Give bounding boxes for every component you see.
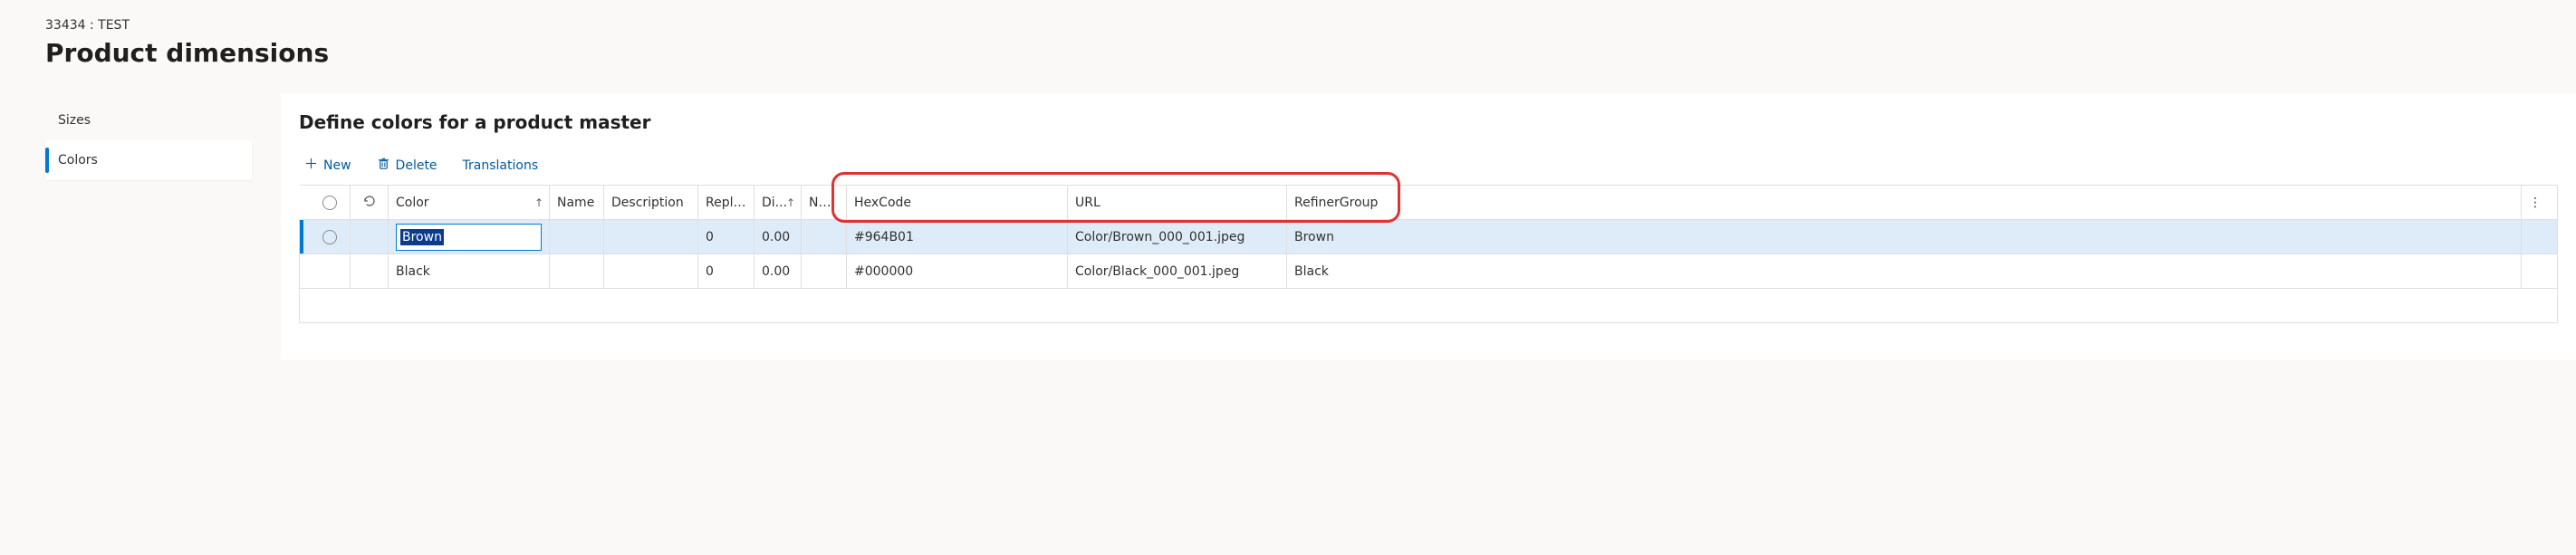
cell-name[interactable]: [550, 220, 604, 254]
cell-hexcode[interactable]: #000000: [847, 254, 1068, 289]
cell-number[interactable]: [802, 254, 847, 289]
col-number[interactable]: Num...: [802, 186, 847, 220]
new-label: New: [323, 158, 351, 173]
refresh-icon: [362, 197, 377, 212]
cell-refiner-group[interactable]: Black: [1287, 254, 2522, 289]
cell-replenishment[interactable]: 0: [698, 220, 755, 254]
sidebar-item-colors[interactable]: Colors: [45, 140, 252, 180]
col-color-label: Color: [396, 196, 429, 210]
table-row[interactable]: Black 0 0.00 #000000 Color/Black_000_001…: [300, 254, 2558, 289]
table-empty-row: [300, 289, 2558, 323]
plus-icon: [304, 157, 318, 174]
col-refresh[interactable]: [351, 186, 389, 220]
cell-description[interactable]: [604, 220, 698, 254]
grid: Color ↑ Name Description Repleni... Di...…: [299, 185, 2558, 323]
delete-button[interactable]: Delete: [377, 157, 437, 174]
cell-display-order[interactable]: 0.00: [755, 254, 802, 289]
col-selection-marker: [300, 186, 311, 220]
col-refiner-group[interactable]: RefinerGroup: [1287, 186, 2522, 220]
row-refresh-cell: [351, 220, 389, 254]
edit-marker-icon: [300, 220, 303, 254]
cell-refiner-group[interactable]: Brown: [1287, 220, 2522, 254]
delete-label: Delete: [396, 158, 437, 173]
cell-pad: [2522, 254, 2558, 289]
col-display-order[interactable]: Di...↑: [755, 186, 802, 220]
cell-display-order[interactable]: 0.00: [755, 220, 802, 254]
select-all-radio-icon: [322, 196, 337, 210]
table-row[interactable]: Brown 0 0.00 #964B01 Color/Brown_000_001…: [300, 220, 2558, 254]
cell-hexcode[interactable]: #964B01: [847, 220, 1068, 254]
page-title: Product dimensions: [45, 38, 2551, 68]
breadcrumb: 33434 : TEST: [45, 18, 2551, 33]
row-select[interactable]: [311, 254, 351, 289]
col-name[interactable]: Name: [550, 186, 604, 220]
cell-color[interactable]: Black: [389, 254, 550, 289]
trash-icon: [377, 157, 390, 174]
sidebar: Sizes Colors: [0, 93, 281, 359]
sort-asc-icon: ↑: [534, 196, 543, 209]
sidebar-item-sizes[interactable]: Sizes: [45, 100, 252, 140]
main-panel: Define colors for a product master New D…: [281, 93, 2576, 359]
row-select[interactable]: [311, 220, 351, 254]
grid-options-button[interactable]: ⋮: [2522, 186, 2558, 220]
section-title: Define colors for a product master: [299, 111, 2558, 133]
col-hexcode[interactable]: HexCode: [847, 186, 1068, 220]
toolbar: New Delete Translations: [299, 157, 2558, 174]
color-input-value: Brown: [400, 229, 444, 245]
cell-name[interactable]: [550, 254, 604, 289]
cell-color[interactable]: Brown: [389, 220, 550, 254]
cell-url[interactable]: Color/Black_000_001.jpeg: [1068, 254, 1287, 289]
cell-number[interactable]: [802, 220, 847, 254]
row-marker-cell: [300, 254, 311, 289]
sort-asc-icon: ↑: [786, 196, 795, 209]
row-radio-icon: [322, 230, 337, 244]
col-color[interactable]: Color ↑: [389, 186, 550, 220]
cell-pad: [2522, 220, 2558, 254]
cell-description[interactable]: [604, 254, 698, 289]
cell-replenishment[interactable]: 0: [698, 254, 755, 289]
col-url[interactable]: URL: [1068, 186, 1287, 220]
color-input[interactable]: Brown: [396, 224, 542, 251]
col-description[interactable]: Description: [604, 186, 698, 220]
cell-url[interactable]: Color/Brown_000_001.jpeg: [1068, 220, 1287, 254]
translations-label: Translations: [463, 158, 539, 173]
col-select-all[interactable]: [311, 186, 351, 220]
new-button[interactable]: New: [304, 157, 351, 174]
col-display-order-label: Di...: [762, 196, 787, 210]
row-refresh-cell: [351, 254, 389, 289]
translations-button[interactable]: Translations: [463, 158, 539, 173]
kebab-icon: ⋮: [2529, 196, 2542, 210]
col-replenishment[interactable]: Repleni...: [698, 186, 755, 220]
